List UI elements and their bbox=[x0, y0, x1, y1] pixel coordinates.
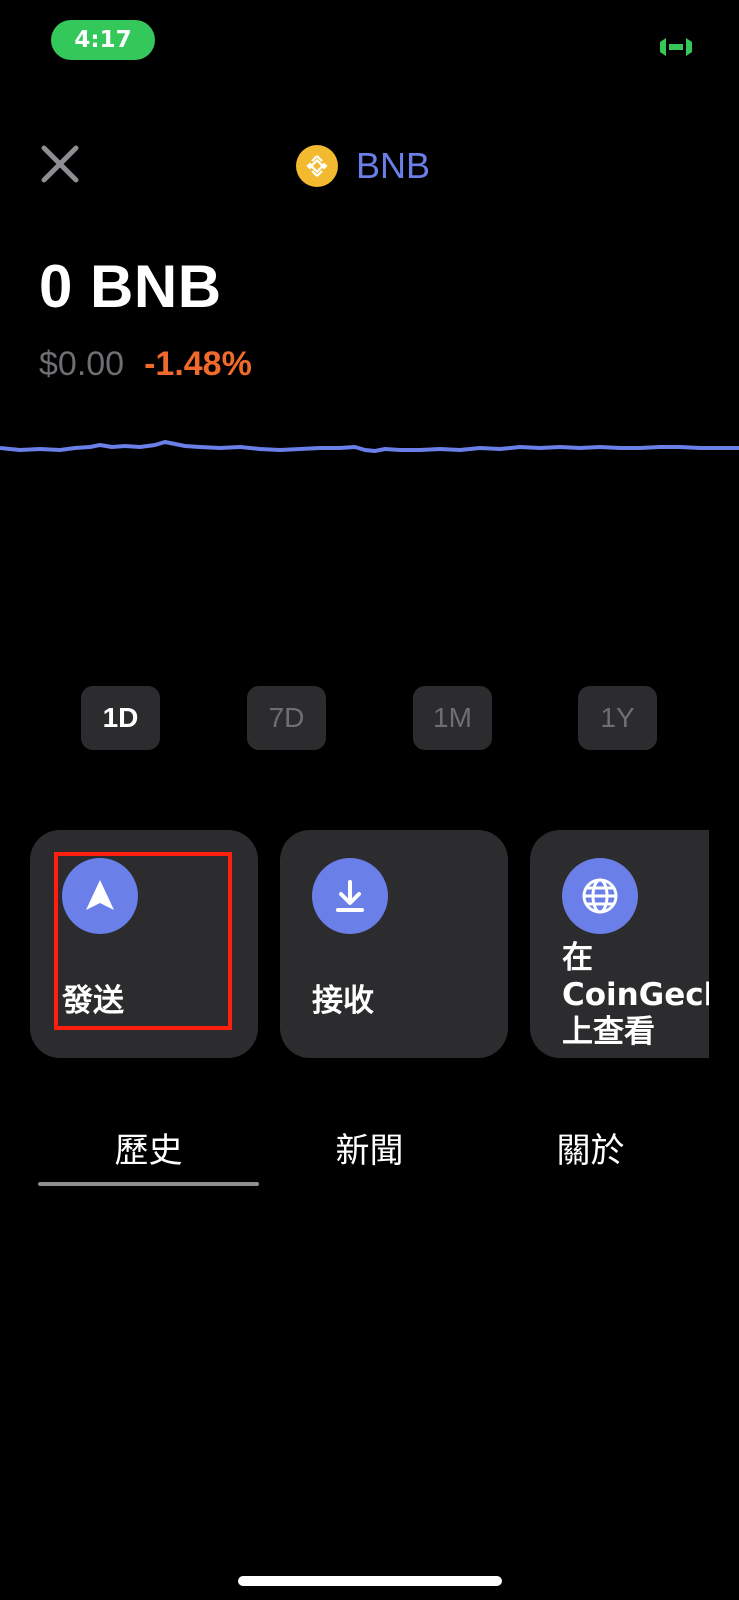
send-arrow-icon bbox=[62, 858, 138, 934]
price-line bbox=[0, 440, 739, 453]
fiat-value: $0.00 bbox=[39, 345, 125, 383]
asset-header: BNB bbox=[296, 142, 430, 190]
close-button[interactable] bbox=[36, 140, 84, 188]
tab-news[interactable]: 新聞 bbox=[259, 1112, 480, 1182]
balance-amount: 0 BNB bbox=[39, 253, 222, 320]
download-icon bbox=[312, 858, 388, 934]
bnb-logo-icon bbox=[296, 145, 338, 187]
tab-history[interactable]: 歷史 bbox=[38, 1112, 259, 1182]
fiat-row: $0.00 -1.48% bbox=[39, 345, 252, 384]
tab-about[interactable]: 關於 bbox=[480, 1112, 701, 1182]
close-icon bbox=[41, 145, 79, 183]
screen-mirroring-icon bbox=[658, 36, 694, 58]
range-1d-button[interactable]: 1D bbox=[81, 686, 160, 750]
price-change: -1.48% bbox=[144, 345, 252, 383]
range-1y-button[interactable]: 1Y bbox=[578, 686, 657, 750]
action-cards: 發送 接收 在 CoinGecko 上查看 bbox=[30, 830, 709, 1058]
range-7d-button[interactable]: 7D bbox=[247, 686, 326, 750]
globe-icon bbox=[562, 858, 638, 934]
price-chart[interactable] bbox=[0, 420, 739, 480]
status-time: 4:17 bbox=[51, 20, 155, 60]
tab-selected-indicator bbox=[38, 1182, 259, 1186]
send-button[interactable]: 發送 bbox=[30, 830, 258, 1058]
receive-label: 接收 bbox=[312, 983, 374, 1019]
view-on-coingecko-button[interactable]: 在 CoinGecko 上查看 bbox=[530, 830, 709, 1058]
range-1m-button[interactable]: 1M bbox=[413, 686, 492, 750]
time-range-selector: 1D 7D 1M 1Y bbox=[0, 686, 739, 750]
send-label: 發送 bbox=[62, 983, 124, 1019]
view-on-coingecko-label: 在 CoinGecko 上查看 bbox=[562, 940, 709, 1050]
receive-button[interactable]: 接收 bbox=[280, 830, 508, 1058]
asset-name: BNB bbox=[356, 145, 431, 186]
content-tabs: 歷史 新聞 關於 bbox=[38, 1112, 703, 1192]
home-indicator[interactable] bbox=[238, 1576, 502, 1586]
